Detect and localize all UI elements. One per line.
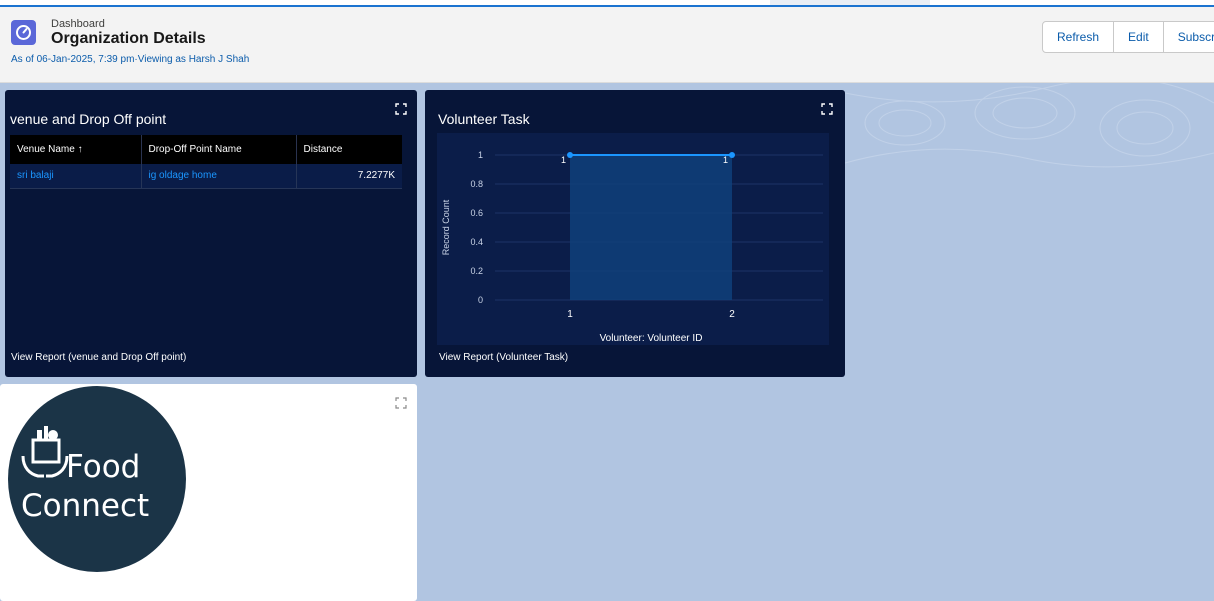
dashboard-header: Dashboard Organization Details As of 06-… bbox=[0, 7, 1214, 83]
y-tick-label: 1 bbox=[478, 150, 483, 160]
venue-table: Venue Name ↑ Drop-Off Point Name Distanc… bbox=[10, 135, 402, 189]
area-fill bbox=[570, 155, 732, 300]
y-tick-label: 0.6 bbox=[470, 208, 483, 218]
y-axis-label: Record Count bbox=[441, 199, 451, 255]
background-pattern bbox=[845, 83, 1214, 168]
x-axis-label: Volunteer: Volunteer ID bbox=[600, 333, 703, 344]
x-tick-label: 1 bbox=[567, 309, 573, 320]
food-box-hands-icon bbox=[21, 426, 69, 478]
data-label: 1 bbox=[723, 155, 728, 165]
venue-panel-title: venue and Drop Off point bbox=[10, 111, 167, 127]
table-row: sri balaji ig oldage home 7.2277K bbox=[10, 164, 402, 189]
venue-name-cell[interactable]: sri balaji bbox=[10, 164, 142, 189]
page-title: Organization Details bbox=[51, 30, 206, 47]
volunteer-chart: 0 0.2 0.4 0.6 0.8 1 1 1 1 2 Volunteer: Volunteer I… bbox=[441, 150, 823, 344]
expand-icon[interactable] bbox=[395, 103, 407, 115]
expand-icon[interactable] bbox=[395, 397, 407, 409]
data-point bbox=[567, 152, 573, 158]
logo-text-food: Food bbox=[66, 449, 141, 485]
data-point bbox=[729, 152, 735, 158]
column-header-venue[interactable]: Venue Name ↑ bbox=[10, 135, 142, 164]
distance-cell: 7.2277K bbox=[296, 164, 402, 189]
y-tick-label: 0 bbox=[478, 295, 483, 305]
dashboard-icon bbox=[11, 20, 36, 45]
refresh-button[interactable]: Refresh bbox=[1043, 22, 1115, 52]
y-tick-label: 0.8 bbox=[470, 179, 483, 189]
edit-button[interactable]: Edit bbox=[1114, 22, 1164, 52]
dropoff-name-cell[interactable]: ig oldage home bbox=[141, 164, 297, 189]
y-tick-label: 0.2 bbox=[470, 266, 483, 276]
dashboard-kicker: Dashboard bbox=[51, 18, 105, 30]
data-label: 1 bbox=[561, 155, 566, 165]
subscribe-button[interactable]: Subscribe bbox=[1164, 22, 1214, 52]
y-tick-label: 0.4 bbox=[470, 237, 483, 247]
dashboard-subtitle: As of 06-Jan-2025, 7:39 pm·Viewing as Ha… bbox=[11, 54, 250, 65]
column-header-dropoff[interactable]: Drop-Off Point Name bbox=[141, 135, 297, 164]
column-header-distance[interactable]: Distance bbox=[296, 135, 402, 164]
table-header-row: Venue Name ↑ Drop-Off Point Name Distanc… bbox=[10, 135, 402, 164]
venue-view-report-link[interactable]: View Report (venue and Drop Off point) bbox=[11, 352, 186, 363]
venue-dropoff-panel: venue and Drop Off point View Report (ve… bbox=[5, 90, 417, 377]
expand-icon[interactable] bbox=[821, 103, 833, 115]
header-button-group: Refresh Edit Subscribe bbox=[1042, 21, 1214, 53]
x-tick-label: 2 bbox=[729, 309, 735, 320]
logo-text-connect: Connect bbox=[21, 488, 150, 524]
